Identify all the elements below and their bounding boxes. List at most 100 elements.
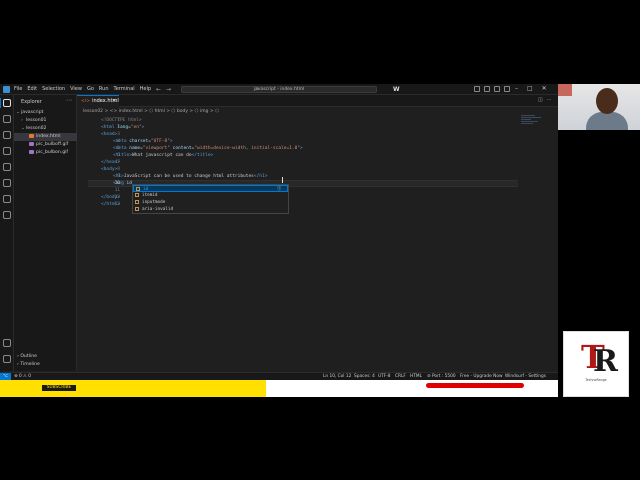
indentation[interactable]: Spaces: 4 — [354, 373, 375, 380]
run-debug-icon[interactable] — [3, 147, 11, 155]
minimap-line — [521, 123, 533, 124]
upgrade-link[interactable]: Free - Upgrade Now — [460, 373, 503, 380]
menu-view[interactable]: View — [70, 85, 82, 94]
suggestion-inputmode[interactable]: inputmode — [133, 199, 288, 206]
split-editor-icon[interactable]: ◫ — [538, 97, 547, 103]
suggestion-itemid[interactable]: itemid — [133, 192, 288, 199]
suggestion-id[interactable]: id ⓵ — [133, 185, 288, 192]
tree-item-index-html[interactable]: index.html — [14, 133, 77, 141]
code-line-6[interactable]: <title>What javascript can do</title> — [113, 152, 213, 159]
outline-section[interactable]: › Outline — [17, 354, 37, 359]
customize-layout-icon[interactable] — [504, 86, 510, 92]
account-icon[interactable] — [3, 339, 11, 347]
app-logo-icon — [3, 86, 10, 93]
toggle-panel-icon[interactable] — [484, 86, 490, 92]
toggle-sidebar-icon[interactable] — [474, 86, 480, 92]
menu-edit[interactable]: Edit — [27, 85, 37, 94]
remote-icon[interactable] — [3, 179, 11, 187]
more-actions-icon[interactable]: ⋯ — [66, 97, 72, 104]
presenter-head — [596, 88, 618, 114]
activity-bar — [0, 95, 14, 371]
code-line-13[interactable]: </html> — [101, 201, 120, 208]
nav-arrows[interactable]: ←→ — [156, 85, 176, 94]
code-line-2[interactable]: <html lang="en"> — [101, 124, 144, 131]
menu-go[interactable]: Go — [87, 85, 94, 94]
language-mode[interactable]: HTML — [410, 373, 422, 380]
menu-file[interactable]: File — [14, 85, 22, 94]
tree-item-lesson02[interactable]: ⌄lesson02 — [14, 125, 77, 133]
more-actions-icon[interactable]: ⋯ — [547, 97, 556, 103]
tree-item-pic-bulboff[interactable]: pic_bulboff.gif — [14, 141, 77, 149]
code-line-3[interactable]: <head> — [101, 131, 117, 138]
cursor-position[interactable]: Ln 10, Col 12 — [323, 373, 351, 380]
editor-tabs: </> index.html ✕ ◫⋯ — [77, 95, 558, 107]
live-server-port[interactable]: ⊘ Port : 5500 — [427, 373, 456, 380]
command-search-box[interactable]: ⌕ javascript - index.html — [181, 86, 377, 93]
menu-run[interactable]: Run — [99, 85, 109, 94]
source-control-icon[interactable] — [3, 131, 11, 139]
html-file-icon — [29, 133, 34, 138]
code-line-12[interactable]: </body> — [101, 194, 120, 201]
windsurf-logo-icon: W — [393, 86, 400, 93]
command-search-text: javascript - index.html — [253, 87, 305, 92]
remote-indicator-icon[interactable]: ⌥ — [0, 373, 11, 380]
code-line-1[interactable]: <!DOCTYPE html> — [101, 117, 142, 124]
search-icon[interactable] — [3, 115, 11, 123]
autocomplete-popup: id ⓵ itemid inputmode aria-invalid — [132, 184, 289, 214]
channel-logo: T R TechnoRange — [563, 331, 629, 397]
red-banner — [426, 383, 524, 388]
background-decor — [558, 84, 572, 96]
minimap[interactable] — [521, 115, 543, 125]
status-bar: ⌥ ⊗ 0 ⚠ 0 Ln 10, Col 12 Spaces: 4 UTF-8 … — [0, 372, 558, 380]
encoding[interactable]: UTF-8 — [378, 373, 391, 380]
windsurf-settings[interactable]: Windsurf - Settings — [505, 373, 546, 380]
minimap-line — [521, 121, 538, 122]
code-line-9[interactable]: <h1>JavaScript can be used to change htm… — [113, 173, 267, 180]
webcam-overlay — [558, 84, 640, 130]
code-line-10[interactable]: <img id — [113, 180, 132, 187]
property-icon — [135, 192, 139, 197]
menu-help[interactable]: Help — [140, 85, 151, 94]
tree-item-lesson01[interactable]: › lesson01 — [14, 117, 77, 125]
property-icon — [135, 206, 139, 211]
code-line-8[interactable]: <body> — [101, 166, 117, 173]
tab-index-html[interactable]: </> index.html ✕ — [77, 95, 119, 107]
property-icon — [135, 199, 139, 204]
timeline-section[interactable]: › Timeline — [17, 362, 40, 367]
breadcrumb[interactable]: lesson02 > <> index.html > ⬡ html > ⬡ bo… — [83, 109, 219, 114]
minimap-line — [521, 117, 541, 118]
logo-letter-r: R — [593, 344, 618, 379]
menu-selection[interactable]: Selection — [42, 85, 65, 94]
problems-indicator[interactable]: ⊗ 0 ⚠ 0 — [14, 373, 31, 380]
layout-controls — [474, 85, 510, 92]
maximize-icon[interactable]: □ — [527, 84, 533, 94]
code-line-4[interactable]: <meta charset="UTF-8"> — [113, 138, 173, 145]
code-line-5[interactable]: <meta name="viewport" content="width=dev… — [113, 145, 303, 152]
video-frame: File Edit Selection View Go Run Terminal… — [0, 0, 640, 480]
minimize-icon[interactable]: – — [515, 84, 518, 94]
suggestion-aria-invalid[interactable]: aria-invalid — [133, 206, 288, 213]
line-ending[interactable]: CRLF — [395, 373, 406, 380]
menu-terminal[interactable]: Terminal — [114, 85, 135, 94]
extensions-icon[interactable] — [3, 163, 11, 171]
editor-window: File Edit Selection View Go Run Terminal… — [0, 84, 558, 380]
toggle-secondary-sidebar-icon[interactable] — [494, 86, 500, 92]
close-tab-icon[interactable]: ✕ — [112, 96, 116, 107]
presenter-body — [586, 112, 628, 130]
line-number: 11 — [114, 188, 120, 193]
mouse-cursor — [282, 177, 284, 183]
code-line-7[interactable]: </head> — [101, 159, 120, 166]
sidebar-title: Explorer — [21, 99, 42, 105]
tree-item-javascript[interactable]: ⌄javascript — [14, 109, 77, 117]
title-bar: File Edit Selection View Go Run Terminal… — [0, 84, 558, 95]
tree-item-pic-bulbon[interactable]: pic_bulbon.gif — [14, 149, 77, 157]
image-file-icon — [29, 149, 34, 154]
testing-icon[interactable] — [3, 195, 11, 203]
property-icon — [136, 186, 140, 191]
active-indicator — [0, 98, 1, 108]
subscribe-button[interactable]: SUBSCRIBE — [42, 385, 76, 391]
gear-icon[interactable] — [3, 355, 11, 363]
windsurf-chat-icon[interactable] — [3, 211, 11, 219]
close-icon[interactable]: ✕ — [542, 84, 547, 94]
explorer-icon[interactable] — [3, 99, 11, 107]
